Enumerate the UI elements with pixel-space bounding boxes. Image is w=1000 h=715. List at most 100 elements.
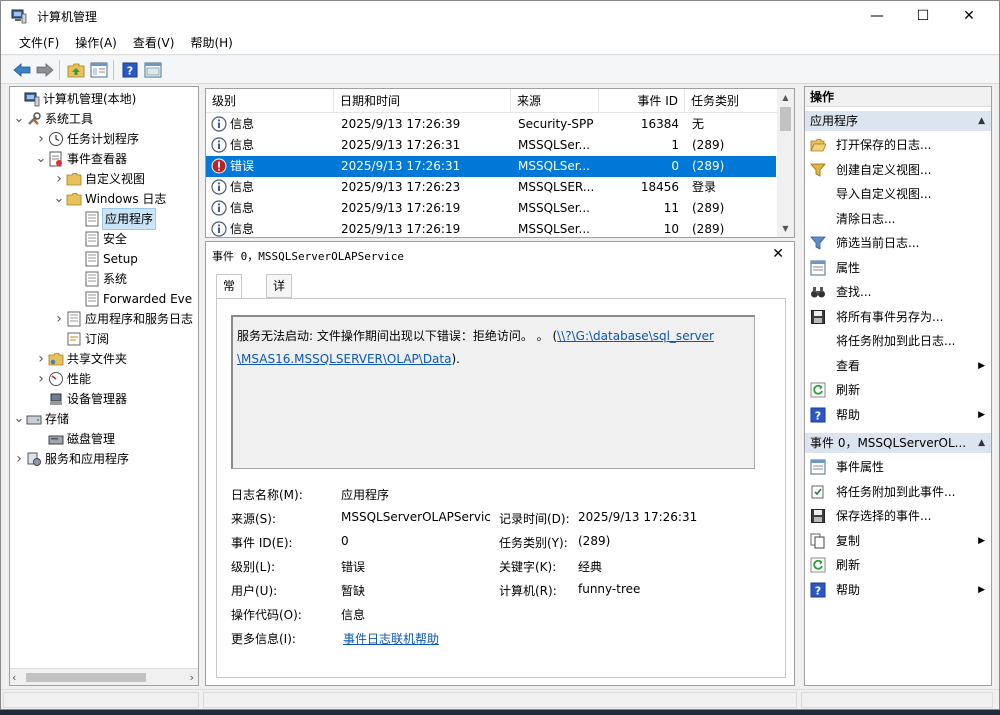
action-item[interactable]: 导入自定义视图... <box>805 183 991 205</box>
show-hide-tree-icon[interactable] <box>88 59 110 81</box>
event-row[interactable]: 信息 2025/9/13 17:26:39 Security-SPP 16384 无 <box>206 114 776 135</box>
tree-item[interactable]: › 服务和应用程序 <box>12 449 129 469</box>
action-item[interactable]: 清除日志... <box>805 208 991 230</box>
scroll-down-icon[interactable]: ▼ <box>777 220 794 237</box>
action-item[interactable]: 创建自定义视图... <box>805 159 991 181</box>
action-item[interactable]: 事件属性 <box>805 456 991 478</box>
collapse-caret-icon[interactable]: ▲ <box>978 111 985 131</box>
column-header-datetime[interactable]: 日期和时间 <box>334 89 511 113</box>
action-item-label: 将任务附加到此事件... <box>836 484 956 499</box>
expanded-chevron-icon[interactable]: ⌄ <box>12 409 26 429</box>
close-button[interactable]: ✕ <box>946 1 992 31</box>
expanded-chevron-icon[interactable]: ⌄ <box>52 189 66 209</box>
scroll-up-icon[interactable]: ▲ <box>777 89 794 106</box>
event-row[interactable]: 信息 2025/9/13 17:26:19 MSSQLSer... 11 (289) <box>206 198 776 219</box>
menu-file[interactable]: 文件(F) <box>11 31 67 55</box>
action-item[interactable]: 复制 ▶ <box>805 530 991 552</box>
menu-action[interactable]: 操作(A) <box>67 31 125 55</box>
tree-item[interactable]: Setup <box>70 249 138 269</box>
action-item[interactable]: 筛选当前日志... <box>805 232 991 254</box>
expanded-chevron-icon[interactable]: ⌄ <box>12 109 26 129</box>
action-item[interactable]: 将任务附加到此日志... <box>805 330 991 352</box>
tree-item[interactable]: › 任务计划程序 <box>34 129 139 149</box>
forward-arrow-icon[interactable] <box>34 59 56 81</box>
collapsed-chevron-icon[interactable]: › <box>34 129 48 149</box>
tree-item[interactable]: Forwarded Eve <box>70 289 192 309</box>
collapse-caret-icon[interactable]: ▲ <box>978 433 985 453</box>
scroll-left-icon[interactable]: ‹ <box>12 669 16 685</box>
event-row[interactable]: 信息 2025/9/13 17:26:23 MSSQLSER... 18456 登录 <box>206 177 776 198</box>
tree-item[interactable]: › 自定义视图 <box>52 169 145 189</box>
action-item[interactable]: ? 帮助 ▶ <box>805 404 991 426</box>
column-header-task-category[interactable]: 任务类别 <box>685 89 778 113</box>
menu-view[interactable]: 查看(V) <box>125 31 183 55</box>
menu-help[interactable]: 帮助(H) <box>182 31 240 55</box>
event-message-box[interactable]: 服务无法启动: 文件操作期间出现以下错误：拒绝访问。 。 (\\?\G:\dat… <box>231 315 755 469</box>
tree-item[interactable]: › 应用程序和服务日志 <box>52 309 193 329</box>
event-row[interactable]: 信息 2025/9/13 17:26:19 MSSQLSer... 10 (289) <box>206 219 776 237</box>
collapsed-chevron-icon[interactable]: › <box>34 349 48 369</box>
collapsed-chevron-icon[interactable]: › <box>52 169 66 189</box>
tree-item[interactable]: 系统 <box>70 269 127 289</box>
tree-item[interactable]: 应用程序 <box>70 208 157 230</box>
tree-item[interactable]: 订阅 <box>52 329 109 349</box>
action-item[interactable]: 打开保存的日志... <box>805 134 991 156</box>
event-row[interactable]: 信息 2025/9/13 17:26:31 MSSQLSer... 1 (289) <box>206 135 776 156</box>
properties-icon[interactable] <box>142 59 164 81</box>
event-row[interactable]: 错误 2025/9/13 17:26:31 MSSQLSer... 0 (289) <box>206 156 776 177</box>
action-item[interactable]: 将任务附加到此事件... <box>805 481 991 503</box>
close-detail-icon[interactable]: ✕ <box>772 246 784 262</box>
column-header-event-id[interactable]: 事件 ID <box>599 89 685 113</box>
tree-item-label: Forwarded Eve <box>103 292 193 306</box>
actions-section-application[interactable]: 应用程序 ▲ <box>805 111 991 131</box>
tree-item[interactable]: 设备管理器 <box>34 389 127 409</box>
event-message-path-link[interactable]: \\?\G:\database\sql_server <box>557 329 714 343</box>
action-item[interactable]: 刷新 <box>805 554 991 576</box>
event-datetime: 2025/9/13 17:26:31 <box>341 159 461 173</box>
collapsed-chevron-icon[interactable]: › <box>52 309 66 329</box>
maximize-button[interactable]: ☐ <box>900 1 946 31</box>
event-source: MSSQLSER... <box>518 180 595 194</box>
tab-details[interactable]: 详细信息 <box>266 274 293 359</box>
tree-item[interactable]: ⌄ 系统工具 <box>12 109 93 129</box>
column-header-source[interactable]: 来源 <box>511 89 599 113</box>
collapsed-chevron-icon[interactable]: › <box>12 449 26 469</box>
minimize-button[interactable]: — <box>854 1 900 31</box>
action-item[interactable]: 保存选择的事件... <box>805 505 991 527</box>
tree-item[interactable]: 磁盘管理 <box>34 429 115 449</box>
back-arrow-icon[interactable] <box>11 59 33 81</box>
device-manager-icon <box>48 391 64 407</box>
action-item[interactable]: 属性 <box>805 257 991 279</box>
action-item[interactable]: 查看 ▶ <box>805 355 991 377</box>
action-item[interactable]: 将所有事件另存为... <box>805 306 991 328</box>
tree-item[interactable]: ⌄ 存储 <box>12 409 69 429</box>
scrollbar-thumb[interactable] <box>26 673 146 682</box>
column-header-level[interactable]: 级别 <box>206 89 334 113</box>
navigation-tree: 计算机管理(本地) ⌄ 系统工具 › 任务计划程序 ⌄ 事件查看器 › 自定义视图 ⌄ Window… <box>9 86 199 686</box>
tab-general[interactable]: 常规 <box>216 274 243 315</box>
event-list-scrollbar[interactable]: ▲ ▼ <box>777 89 794 237</box>
action-item-label: 查找... <box>836 285 872 299</box>
help-icon[interactable]: ? <box>119 59 141 81</box>
up-folder-icon[interactable] <box>65 59 87 81</box>
tree-item[interactable]: ⌄ Windows 日志 <box>52 189 167 209</box>
tree-item-label: 存储 <box>45 412 70 426</box>
action-item[interactable]: 查找... <box>805 281 991 303</box>
scrollbar-thumb[interactable] <box>780 107 791 131</box>
collapsed-chevron-icon[interactable]: › <box>34 369 48 389</box>
log-name-label: 日志名称(M): <box>231 488 303 502</box>
expanded-chevron-icon[interactable]: ⌄ <box>34 149 48 169</box>
action-item-label: 清除日志... <box>836 211 896 226</box>
tree-item[interactable]: › 性能 <box>34 369 91 389</box>
event-log-online-help-link[interactable]: 事件日志联机帮助 <box>343 630 439 647</box>
tree-item[interactable]: 计算机管理(本地) <box>10 89 136 109</box>
action-item[interactable]: ? 帮助 ▶ <box>805 579 991 601</box>
tree-horizontal-scrollbar[interactable]: ‹ › <box>10 668 198 685</box>
action-item[interactable]: 刷新 <box>805 379 991 401</box>
tree-item[interactable]: › 共享文件夹 <box>34 349 127 369</box>
event-message-path-link-2[interactable]: \MSAS16.MSSQLSERVER\OLAP\Data <box>237 352 451 366</box>
tree-item[interactable]: ⌄ 事件查看器 <box>34 149 127 169</box>
actions-section-event[interactable]: 事件 0，MSSQLServerOL... ▲ <box>805 433 991 453</box>
tree-item[interactable]: 安全 <box>70 229 127 249</box>
scroll-right-icon[interactable]: › <box>190 669 194 685</box>
